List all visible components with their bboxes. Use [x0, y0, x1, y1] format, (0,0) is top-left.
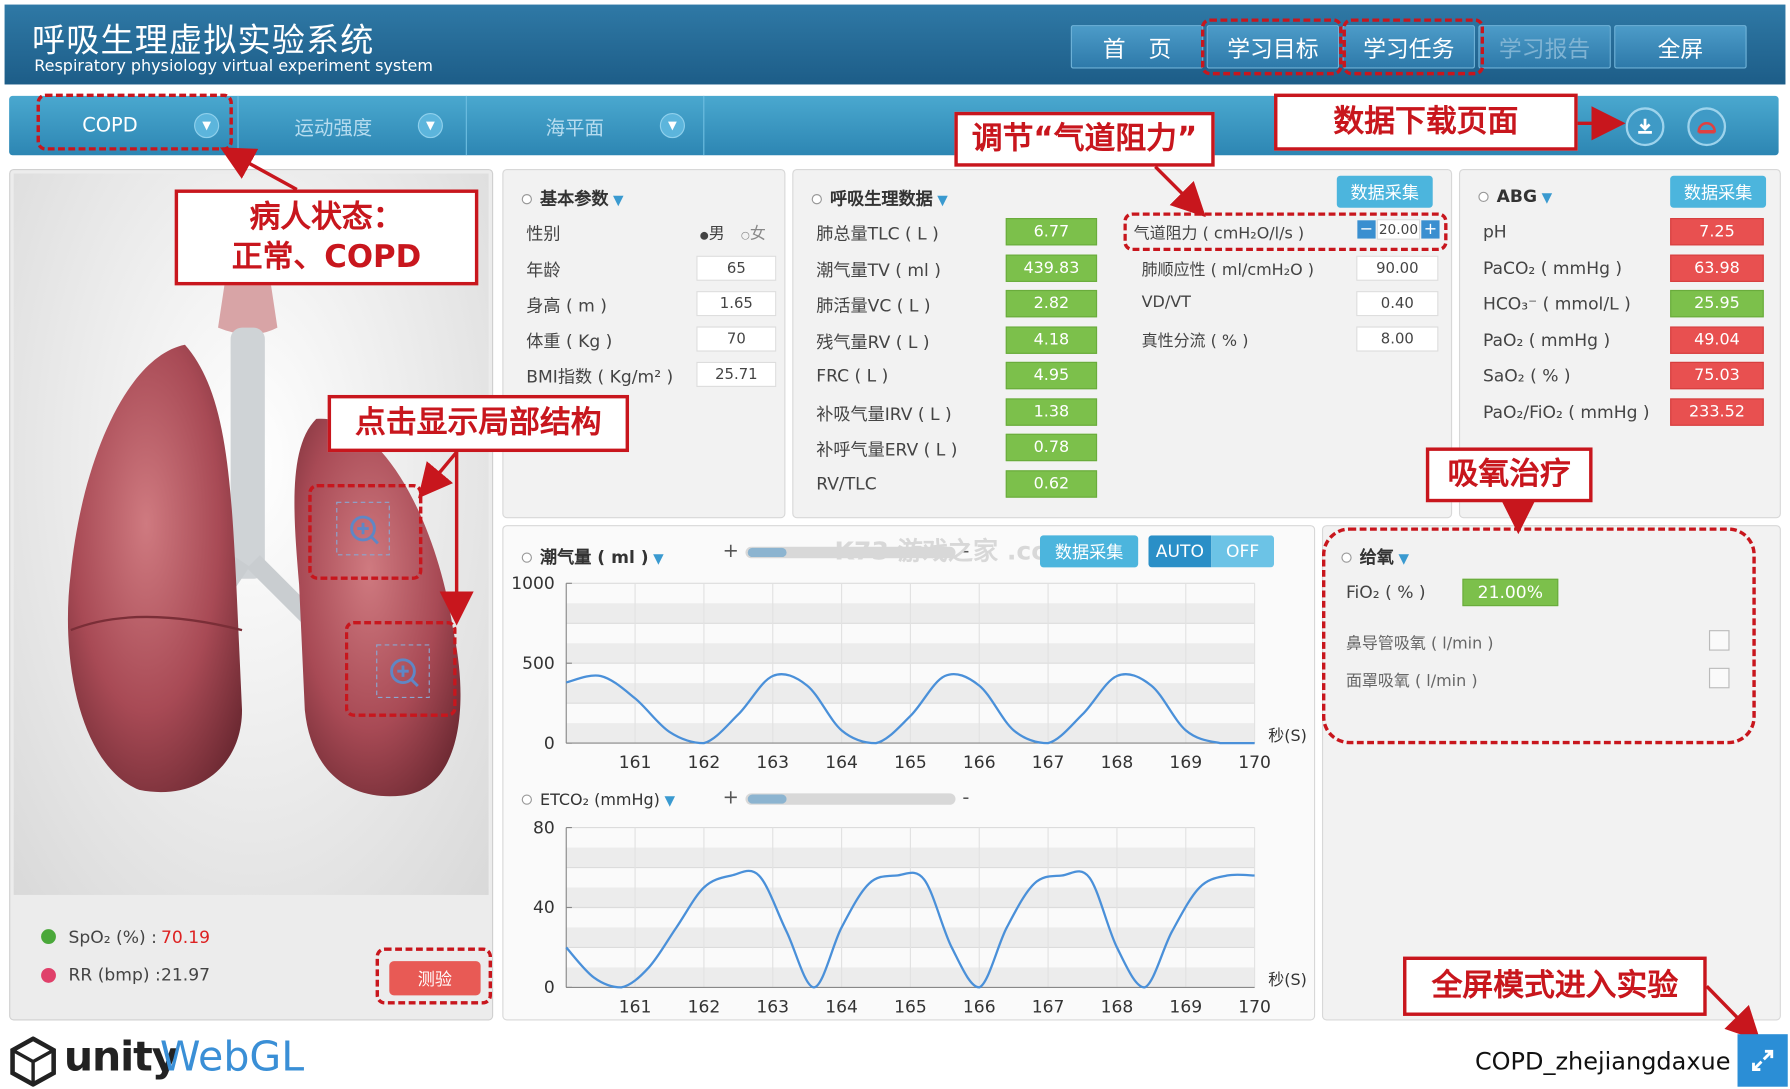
- webgl-brand: WebGL: [159, 1034, 305, 1082]
- app-window: 呼吸生理虚拟实验系统 Respiratory physiology virtua…: [0, 0, 1790, 1089]
- unity-logo-icon: [9, 1036, 57, 1089]
- fullscreen-icon[interactable]: [1737, 1034, 1788, 1087]
- annotation-arrows: [220, 106, 1761, 1042]
- project-name: COPD_zhejiangdaxue: [1474, 1047, 1731, 1076]
